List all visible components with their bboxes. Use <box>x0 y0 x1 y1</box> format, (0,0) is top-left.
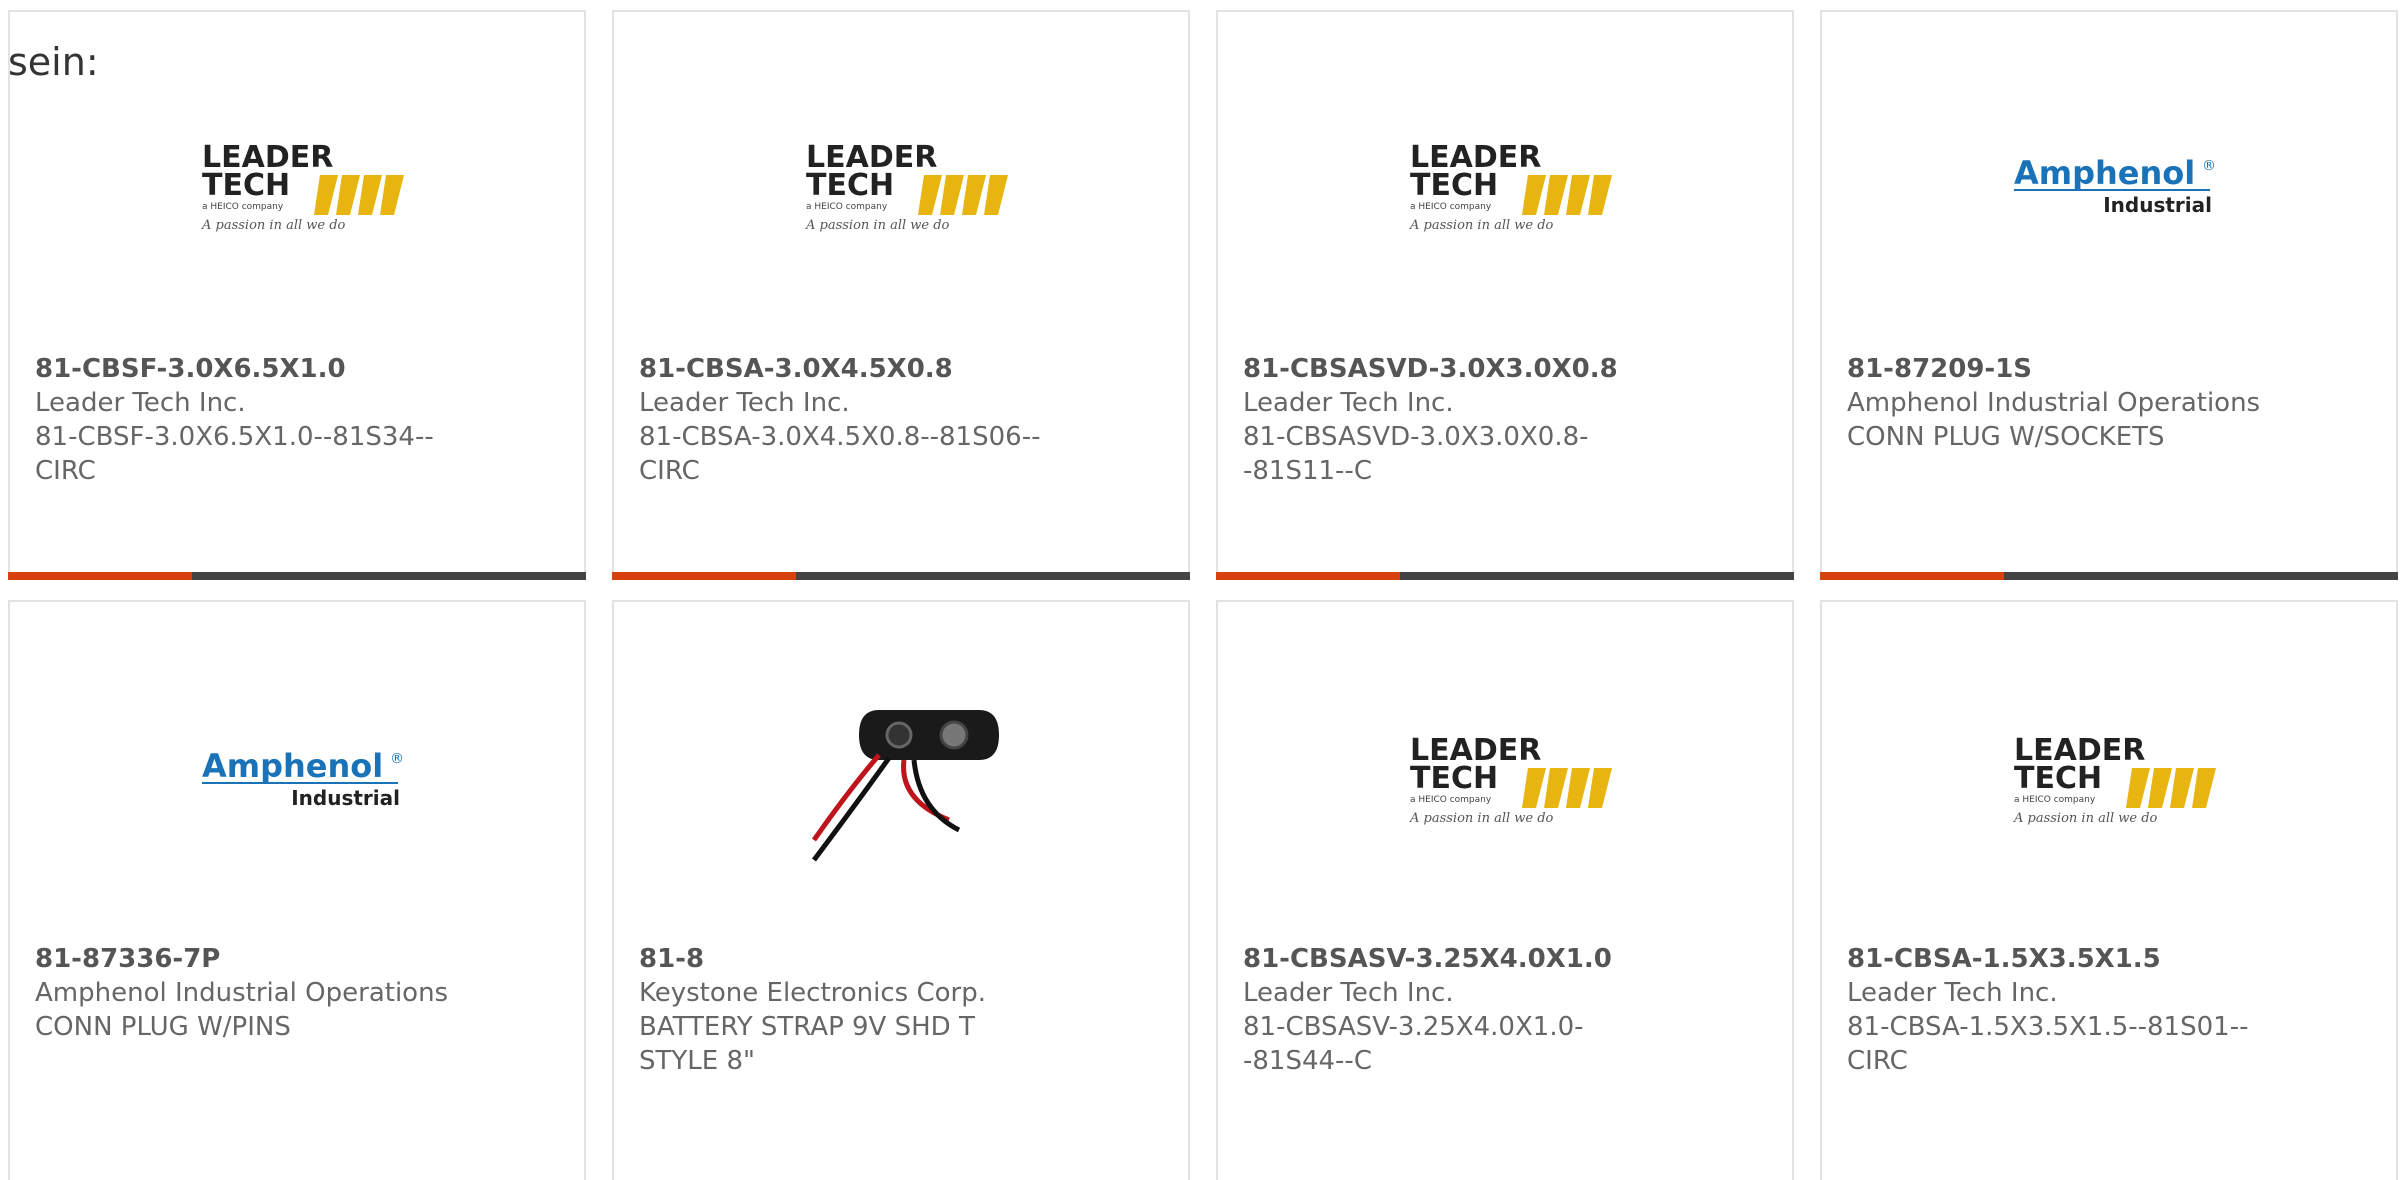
svg-text:A passion in all we do: A passion in all we do <box>805 218 950 233</box>
svg-text:®: ® <box>390 751 404 767</box>
svg-text:TECH: TECH <box>2014 761 2102 796</box>
leader-tech-logo: LEADER TECH a HEICO company A passion in… <box>1408 680 1618 880</box>
part-number[interactable]: 81-8 <box>639 942 1059 976</box>
leader-tech-logo: LEADER TECH a HEICO company A passion in… <box>200 122 410 252</box>
svg-text:A passion in all we do: A passion in all we do <box>1409 218 1554 233</box>
svg-text:Amphenol: Amphenol <box>202 747 383 785</box>
part-number[interactable]: 81-87336-7P <box>35 942 455 976</box>
product-description: 81-CBSASVD-3.0X3.0X0.8--81S11--C <box>1243 422 1589 486</box>
svg-text:TECH: TECH <box>202 168 290 203</box>
svg-text:TECH: TECH <box>1410 761 1498 796</box>
card-accent-bar <box>612 572 796 580</box>
card-bottom-bar <box>8 572 586 580</box>
intro-text: sein: <box>8 40 99 84</box>
manufacturer-name: Leader Tech Inc. <box>1243 978 1454 1008</box>
manufacturer-name: Keystone Electronics Corp. <box>639 978 987 1008</box>
product-description: CONN PLUG W/SOCKETS <box>1847 422 2165 452</box>
card-bottom-bar <box>1820 572 2398 580</box>
part-number[interactable]: 81-CBSA-3.0X4.5X0.8 <box>639 352 1059 386</box>
manufacturer-name: Leader Tech Inc. <box>35 388 246 418</box>
product-description: 81-CBSF-3.0X6.5X1.0--81S34--CIRC <box>35 422 434 486</box>
svg-text:TECH: TECH <box>1410 168 1498 203</box>
svg-text:A passion in all we do: A passion in all we do <box>2013 811 2158 826</box>
manufacturer-name: Amphenol Industrial Operations <box>35 978 449 1008</box>
svg-text:a HEICO company: a HEICO company <box>1410 202 1492 212</box>
svg-text:a HEICO company: a HEICO company <box>1410 795 1492 805</box>
product-card[interactable]: LEADER TECH a HEICO company A passion in… <box>8 10 586 580</box>
manufacturer-name: Amphenol Industrial Operations <box>1847 388 2261 418</box>
manufacturer-name: Leader Tech Inc. <box>1243 388 1454 418</box>
part-number[interactable]: 81-CBSASVD-3.0X3.0X0.8 <box>1243 352 1663 386</box>
svg-text:a HEICO company: a HEICO company <box>806 202 888 212</box>
part-number[interactable]: 81-CBSF-3.0X6.5X1.0 <box>35 352 455 386</box>
card-accent-bar <box>1216 572 1400 580</box>
product-description: 81-CBSA-3.0X4.5X0.8--81S06--CIRC <box>639 422 1041 486</box>
manufacturer-name: Leader Tech Inc. <box>1847 978 2058 1008</box>
svg-text:Amphenol: Amphenol <box>2014 154 2195 192</box>
leader-tech-logo: LEADER TECH a HEICO company A passion in… <box>804 122 1014 252</box>
leader-tech-logo: LEADER TECH a HEICO company A passion in… <box>1408 122 1618 252</box>
product-description: 81-CBSASV-3.25X4.0X1.0--81S44--C <box>1243 1012 1584 1076</box>
svg-text:Industrial: Industrial <box>291 786 400 810</box>
manufacturer-name: Leader Tech Inc. <box>639 388 850 418</box>
svg-text:A passion in all we do: A passion in all we do <box>201 218 346 233</box>
card-accent-bar <box>8 572 192 580</box>
product-description: 81-CBSA-1.5X3.5X1.5--81S01--CIRC <box>1847 1012 2249 1076</box>
product-card[interactable]: LEADER TECH a HEICO company A passion in… <box>1820 600 2398 1180</box>
product-card[interactable]: LEADER TECH a HEICO company A passion in… <box>1216 600 1794 1180</box>
part-number[interactable]: 81-87209-1S <box>1847 352 2267 386</box>
product-description: CONN PLUG W/PINS <box>35 1012 291 1042</box>
leader-tech-logo: LEADER TECH a HEICO company A passion in… <box>2012 680 2222 880</box>
amphenol-industrial-logo: Amphenol ® Industrial <box>2012 122 2222 252</box>
amphenol-industrial-logo: Amphenol ® Industrial <box>200 680 410 880</box>
svg-text:TECH: TECH <box>806 168 894 203</box>
product-card[interactable]: Amphenol ® Industrial 81-87336-7P Amphen… <box>8 600 586 1180</box>
svg-text:a HEICO company: a HEICO company <box>2014 795 2096 805</box>
card-bottom-bar <box>612 572 1190 580</box>
svg-text:Industrial: Industrial <box>2103 193 2212 217</box>
product-card[interactable]: Amphenol ® Industrial 81-87209-1S Amphen… <box>1820 10 2398 580</box>
product-card[interactable]: LEADER TECH a HEICO company A passion in… <box>612 10 1190 580</box>
product-card[interactable]: 81-8 Keystone Electronics Corp. BATTERY … <box>612 600 1190 1180</box>
svg-text:®: ® <box>2202 158 2216 174</box>
battery-strap-photo <box>804 680 1014 880</box>
card-bottom-bar <box>1216 572 1794 580</box>
part-number[interactable]: 81-CBSA-1.5X3.5X1.5 <box>1847 942 2267 976</box>
part-number[interactable]: 81-CBSASV-3.25X4.0X1.0 <box>1243 942 1663 976</box>
product-card[interactable]: LEADER TECH a HEICO company A passion in… <box>1216 10 1794 580</box>
card-accent-bar <box>1820 572 2004 580</box>
svg-text:A passion in all we do: A passion in all we do <box>1409 811 1554 826</box>
svg-text:a HEICO company: a HEICO company <box>202 202 284 212</box>
product-description: BATTERY STRAP 9V SHD T STYLE 8" <box>639 1012 975 1076</box>
